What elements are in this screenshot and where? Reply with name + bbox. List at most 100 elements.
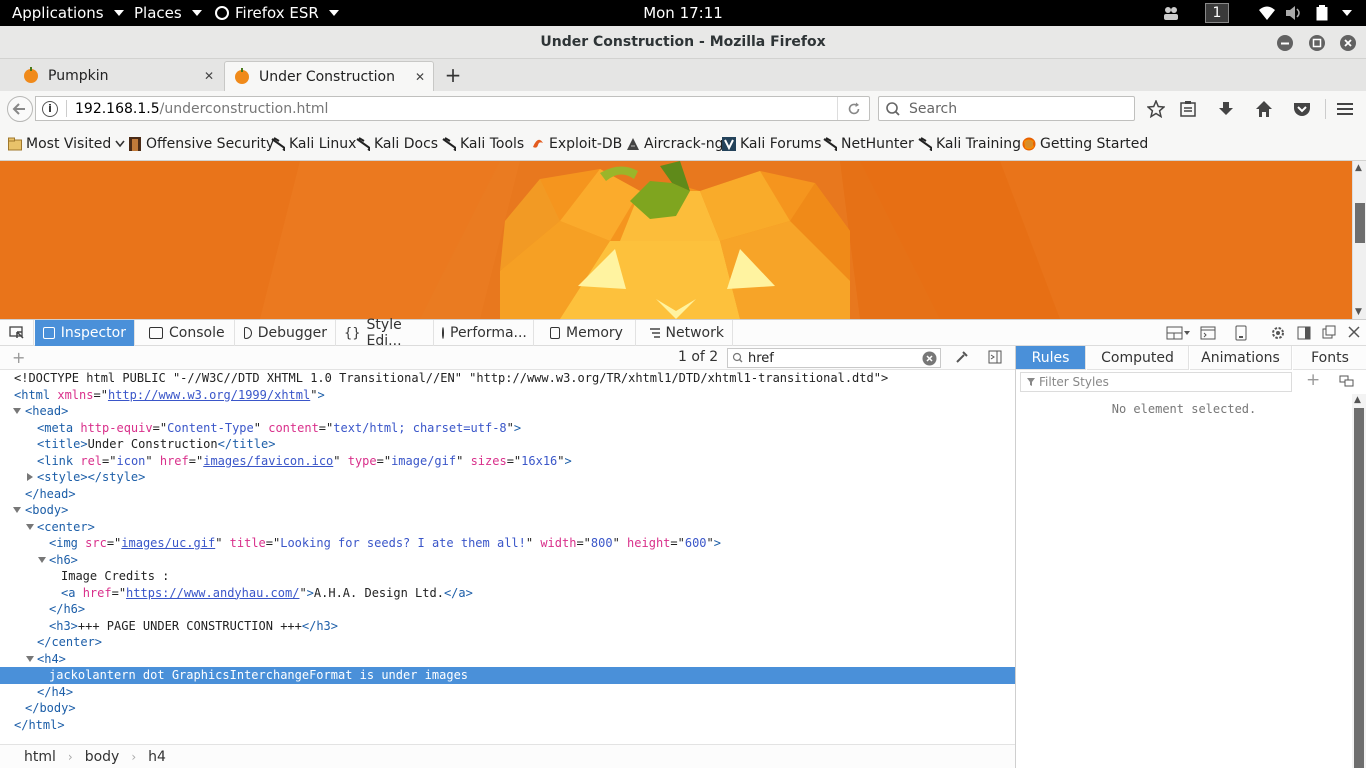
collapse-twisty-icon[interactable] xyxy=(13,408,21,414)
site-info-icon[interactable]: i xyxy=(42,100,58,117)
element-picker-button[interactable] xyxy=(0,320,34,346)
close-tab-icon[interactable]: ✕ xyxy=(204,69,214,83)
tab-pumpkin[interactable]: Pumpkin ✕ xyxy=(14,61,222,91)
split-console-icon[interactable] xyxy=(1200,326,1216,340)
dock-layout-icon[interactable] xyxy=(1166,326,1190,340)
bookmark-getting-started[interactable]: Getting Started xyxy=(1022,127,1148,161)
home-icon[interactable] xyxy=(1255,100,1273,118)
markup-line-html[interactable]: <html xmlns="http://www.w3.org/1999/xhtm… xyxy=(0,387,1015,404)
breadcrumb-h4[interactable]: h4 xyxy=(136,749,178,765)
tab-animations[interactable]: Animations xyxy=(1190,346,1292,370)
breadcrumb-body[interactable]: body xyxy=(73,749,132,765)
places-menu[interactable]: Places xyxy=(134,0,202,26)
img-src-link[interactable]: images/uc.gif xyxy=(121,536,215,550)
bookmark-aircrack-ng[interactable]: Aircrack-ng xyxy=(626,127,724,161)
tab-under-construction[interactable]: Under Construction ✕ xyxy=(224,61,434,91)
clear-search-icon[interactable] xyxy=(922,351,937,366)
tab-rules[interactable]: Rules xyxy=(1016,346,1086,370)
scroll-up-icon[interactable]: ▲ xyxy=(1354,395,1361,405)
close-tab-icon[interactable]: ✕ xyxy=(415,70,425,84)
responsive-design-icon[interactable] xyxy=(1234,325,1248,341)
breadcrumb-html[interactable]: html xyxy=(0,749,68,765)
clock[interactable]: Mon 17:11 xyxy=(643,4,723,22)
toggle-sidebar-icon[interactable] xyxy=(988,350,1002,364)
tab-memory[interactable]: Memory xyxy=(542,320,636,346)
volume-icon[interactable] xyxy=(1285,6,1303,20)
markup-line-body[interactable]: <body> xyxy=(0,502,1015,519)
markup-line-h6-close[interactable]: </h6> xyxy=(0,601,1015,618)
scroll-up-icon[interactable]: ▲ xyxy=(1355,163,1362,173)
markup-line-meta[interactable]: <meta http-equiv="Content-Type" content=… xyxy=(0,420,1015,437)
pocket-icon[interactable] xyxy=(1293,100,1311,118)
system-menu-chevron-icon[interactable] xyxy=(1342,10,1352,16)
markup-line-center[interactable]: <center> xyxy=(0,519,1015,536)
close-window-button[interactable] xyxy=(1340,35,1356,51)
filter-styles-input[interactable]: Filter Styles xyxy=(1020,372,1292,392)
markup-line-h4-text-selected[interactable]: jackolantern dot GraphicsInterchangeForm… xyxy=(0,667,1015,684)
xmlns-link[interactable]: http://www.w3.org/1999/xhtml xyxy=(108,388,310,402)
bookmark-kali-linux[interactable]: Kali Linux xyxy=(271,127,356,161)
reading-list-icon[interactable] xyxy=(1179,100,1197,118)
downloads-icon[interactable] xyxy=(1217,100,1235,118)
expand-twisty-icon[interactable] xyxy=(27,473,33,481)
collapse-twisty-icon[interactable] xyxy=(38,556,46,563)
bookmark-kali-tools[interactable]: Kali Tools xyxy=(442,127,524,161)
search-box[interactable]: Search xyxy=(878,96,1135,121)
maximize-button[interactable] xyxy=(1309,35,1325,51)
tab-debugger[interactable]: Debugger xyxy=(236,320,336,346)
collapse-twisty-icon[interactable] xyxy=(13,507,21,513)
markup-line-title[interactable]: <title>Under Construction</title> xyxy=(0,436,1015,453)
tab-network[interactable]: Network xyxy=(641,320,733,346)
sidebar-scrollbar-thumb[interactable] xyxy=(1354,408,1364,768)
collapse-twisty-icon[interactable] xyxy=(26,523,34,530)
toggle-pseudo-class-icon[interactable] xyxy=(1339,375,1355,389)
markup-line-h6-text[interactable]: Image Credits : xyxy=(0,568,1015,585)
markup-line-style[interactable]: <style></style> xyxy=(0,469,1015,486)
eyedropper-icon[interactable] xyxy=(955,350,969,364)
markup-line-html-close[interactable]: </html> xyxy=(0,717,1015,734)
back-button[interactable] xyxy=(7,96,33,122)
add-node-icon[interactable]: + xyxy=(12,348,25,367)
markup-line-h3[interactable]: <h3>+++ PAGE UNDER CONSTRUCTION +++</h3> xyxy=(0,618,1015,635)
page-scrollbar-thumb[interactable] xyxy=(1355,203,1365,243)
tab-console[interactable]: Console xyxy=(141,320,235,346)
tab-computed[interactable]: Computed xyxy=(1087,346,1189,370)
applications-menu[interactable]: Applications xyxy=(12,0,124,26)
new-tab-button[interactable]: + xyxy=(443,63,463,87)
reload-button[interactable] xyxy=(837,97,869,120)
anchor-href-link[interactable]: https://www.andyhau.com/ xyxy=(126,586,299,600)
markup-line-link[interactable]: <link rel="icon" href="images/favicon.ic… xyxy=(0,453,1015,470)
markup-line-img[interactable]: <img src="images/uc.gif" title="Looking … xyxy=(0,535,1015,552)
favicon-link[interactable]: images/favicon.ico xyxy=(203,454,333,468)
bookmark-kali-training[interactable]: Kali Training xyxy=(918,127,1021,161)
markup-line-doctype[interactable]: <!DOCTYPE html PUBLIC "-//W3C//DTD XHTML… xyxy=(0,370,1015,387)
markup-search-input[interactable]: href xyxy=(727,348,941,368)
page-scrollbar[interactable]: ▲ ▼ xyxy=(1352,161,1366,319)
bookmark-kali-docs[interactable]: Kali Docs xyxy=(356,127,438,161)
scroll-down-icon[interactable]: ▼ xyxy=(1355,307,1362,317)
markup-line-body-close[interactable]: </body> xyxy=(0,700,1015,717)
markup-line-center-close[interactable]: </center> xyxy=(0,634,1015,651)
tab-style-editor[interactable]: {} Style Edi... xyxy=(336,317,434,349)
bookmark-exploit-db[interactable]: Exploit-DB xyxy=(531,127,622,161)
undock-window-icon[interactable] xyxy=(1322,325,1336,339)
settings-gear-icon[interactable] xyxy=(1270,325,1286,341)
hamburger-menu-icon[interactable] xyxy=(1336,100,1354,118)
markup-tree[interactable]: <!DOCTYPE html PUBLIC "-//W3C//DTD XHTML… xyxy=(0,370,1015,747)
add-rule-icon[interactable]: + xyxy=(1306,370,1320,390)
firefox-app-menu[interactable]: Firefox ESR xyxy=(215,0,339,26)
url-bar[interactable]: i 192.168.1.5/underconstruction.html xyxy=(35,96,870,121)
tab-inspector[interactable]: Inspector xyxy=(35,320,135,346)
bookmark-most-visited[interactable]: Most Visited xyxy=(8,127,125,161)
workspace-indicator[interactable]: 1 xyxy=(1205,3,1229,23)
sidebar-scrollbar[interactable]: ▲ xyxy=(1352,394,1366,768)
bookmark-kali-forums[interactable]: Kali Forums xyxy=(722,127,821,161)
bookmark-nethunter[interactable]: NetHunter xyxy=(823,127,914,161)
battery-icon[interactable] xyxy=(1316,5,1328,21)
markup-line-h6[interactable]: <h6> xyxy=(0,552,1015,569)
wifi-icon[interactable] xyxy=(1258,5,1276,21)
minimize-button[interactable] xyxy=(1277,35,1293,51)
tab-performance[interactable]: Performa... xyxy=(434,320,534,346)
collapse-twisty-icon[interactable] xyxy=(26,655,34,662)
tab-fonts[interactable]: Fonts xyxy=(1293,346,1366,370)
